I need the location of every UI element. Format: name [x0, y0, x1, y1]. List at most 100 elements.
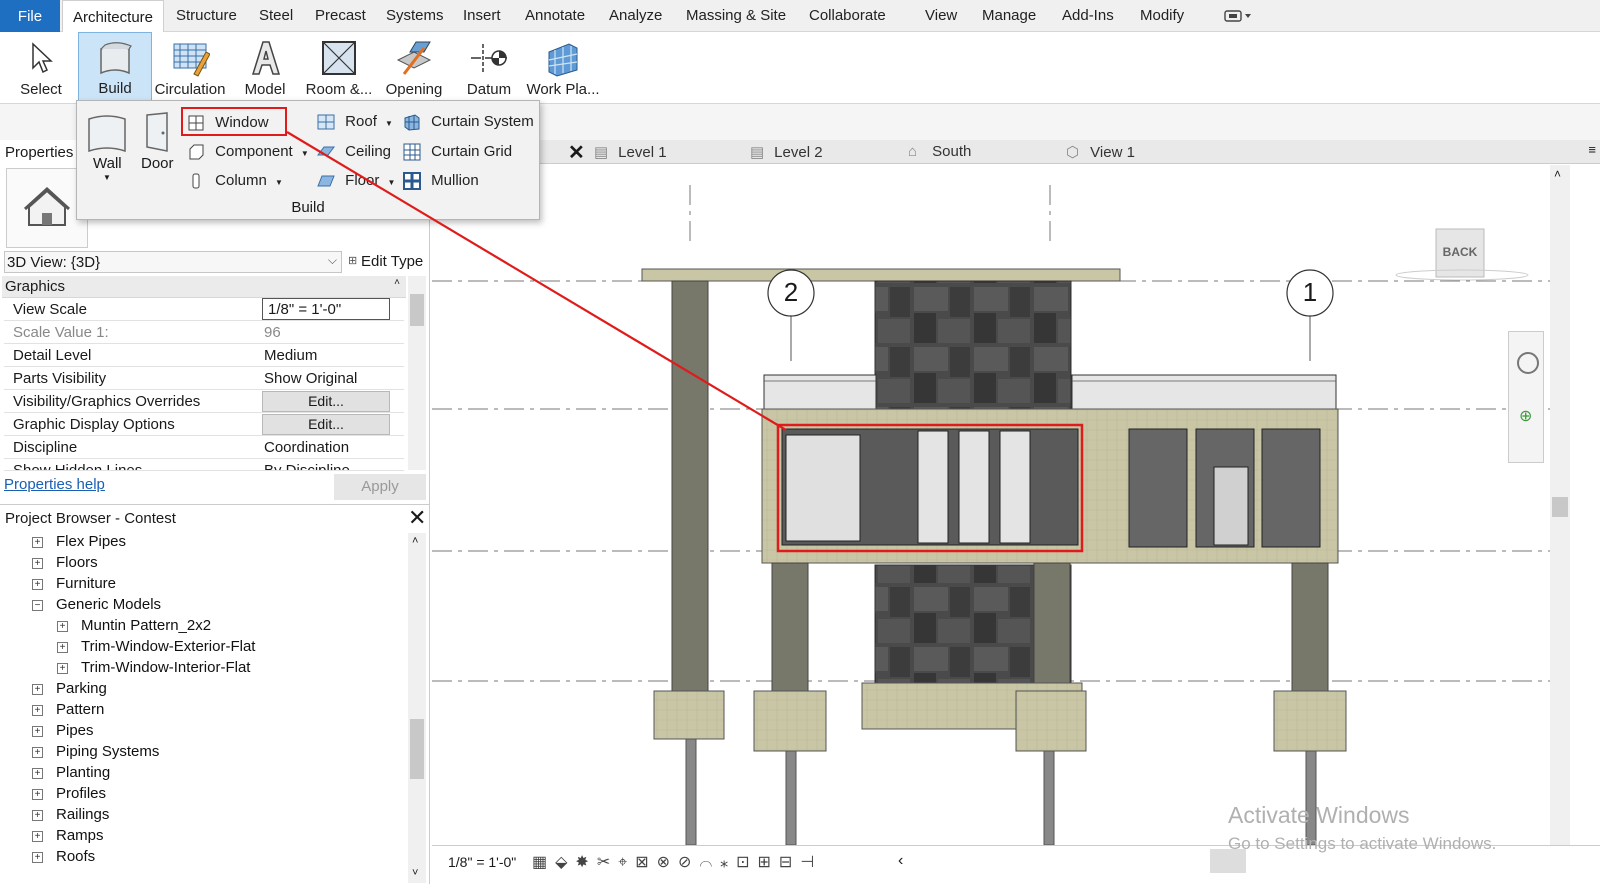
expand-icon[interactable]: +: [32, 831, 43, 842]
tab-annotate[interactable]: Annotate: [525, 7, 585, 24]
expand-icon[interactable]: +: [32, 852, 43, 863]
scroll-up-icon[interactable]: ˄: [412, 535, 418, 547]
browser-item[interactable]: Profiles: [56, 785, 106, 802]
apply-button[interactable]: Apply: [334, 474, 426, 500]
tab-analyze[interactable]: Analyze: [609, 7, 662, 24]
curtain-system-button[interactable]: Curtain System: [403, 113, 534, 131]
type-selector[interactable]: 3D View: {3D} ⌵: [4, 251, 342, 273]
scroll-down-icon[interactable]: ˅: [412, 867, 418, 879]
expand-icon[interactable]: +: [32, 747, 43, 758]
close-icon[interactable]: ✕: [408, 505, 426, 531]
ceiling-button[interactable]: Ceiling: [317, 143, 391, 161]
tab-manage[interactable]: Manage: [982, 7, 1036, 24]
mullion-button[interactable]: Mullion: [403, 172, 479, 191]
browser-item[interactable]: Muntin Pattern_2x2: [81, 617, 211, 634]
browser-item[interactable]: Ramps: [56, 827, 104, 844]
expand-icon[interactable]: +: [32, 537, 43, 548]
browser-item[interactable]: Railings: [56, 806, 109, 823]
expand-icon[interactable]: +: [32, 810, 43, 821]
browser-item[interactable]: Flex Pipes: [56, 533, 126, 550]
tab-massing-site[interactable]: Massing & Site: [686, 7, 786, 24]
graphics-section-header[interactable]: Graphics ˄: [2, 276, 406, 298]
browser-item[interactable]: Parking: [56, 680, 107, 697]
tab-architecture[interactable]: Architecture: [62, 0, 164, 33]
expand-icon[interactable]: +: [32, 789, 43, 800]
browser-item[interactable]: Floors: [56, 554, 98, 571]
build-button[interactable]: Build: [78, 32, 152, 102]
tab-add-ins[interactable]: Add-Ins: [1062, 7, 1114, 24]
detail-level-value[interactable]: Medium: [264, 347, 317, 364]
drawing-canvas[interactable]: 2 1 BACK ⊕: [432, 165, 1550, 846]
tab-collaborate[interactable]: Collaborate: [809, 7, 886, 24]
component-button[interactable]: Component ▼: [187, 143, 309, 161]
browser-item[interactable]: Pattern: [56, 701, 104, 718]
tab-systems[interactable]: Systems: [386, 7, 444, 24]
wall-button[interactable]: Wall ▼: [83, 109, 131, 185]
tab-view-1[interactable]: ⬡ View 1: [1066, 143, 1135, 161]
column-button[interactable]: Column ▼: [187, 172, 283, 190]
scroll-up-icon[interactable]: ˄: [1554, 167, 1561, 181]
tab-precast[interactable]: Precast: [315, 7, 366, 24]
panel-toggle-icon[interactable]: [1224, 9, 1254, 23]
opening-button[interactable]: Opening: [376, 32, 452, 102]
expand-icon[interactable]: +: [32, 684, 43, 695]
browser-item[interactable]: Furniture: [56, 575, 116, 592]
select-button[interactable]: Select: [4, 32, 78, 102]
expand-icon[interactable]: +: [57, 642, 68, 653]
browser-scrollbar[interactable]: ˄ ˅: [408, 533, 426, 883]
expand-icon[interactable]: +: [57, 663, 68, 674]
expand-icon[interactable]: +: [32, 705, 43, 716]
collapse-icon[interactable]: −: [32, 600, 43, 611]
tab-steel[interactable]: Steel: [259, 7, 293, 24]
roof-button[interactable]: Roof ▼: [317, 113, 393, 131]
browser-item[interactable]: Pipes: [56, 722, 94, 739]
tab-south[interactable]: ⌂ South: [908, 143, 971, 160]
parts-visibility-value[interactable]: Show Original: [264, 370, 357, 387]
expand-icon[interactable]: +: [32, 558, 43, 569]
view-scale-label[interactable]: 1/8" = 1'-0": [448, 854, 516, 870]
tab-level-2[interactable]: ▤ Level 2: [750, 143, 823, 161]
steering-wheel-icon[interactable]: [1517, 352, 1539, 374]
model-button[interactable]: Model: [228, 32, 302, 102]
browser-item[interactable]: Trim-Window-Exterior-Flat: [81, 638, 255, 655]
tab-list-icon[interactable]: ≡: [1588, 142, 1596, 157]
file-tab[interactable]: File: [0, 0, 60, 32]
room-area-button[interactable]: Room &...: [302, 32, 376, 102]
browser-item[interactable]: Planting: [56, 764, 110, 781]
browser-item[interactable]: Trim-Window-Interior-Flat: [81, 659, 250, 676]
browser-item[interactable]: Piping Systems: [56, 743, 159, 760]
door-button[interactable]: Door: [139, 109, 181, 185]
tab-structure[interactable]: Structure: [176, 7, 237, 24]
canvas-vertical-scrollbar[interactable]: ˄: [1550, 165, 1570, 845]
tab-insert[interactable]: Insert: [463, 7, 501, 24]
expand-icon[interactable]: +: [57, 621, 68, 632]
expand-icon[interactable]: +: [32, 579, 43, 590]
zoom-icon[interactable]: ⊕: [1519, 406, 1532, 426]
properties-scrollbar[interactable]: [408, 276, 426, 470]
circulation-button[interactable]: Circulation: [152, 32, 228, 102]
datum-button[interactable]: Datum: [452, 32, 526, 102]
properties-help-link[interactable]: Properties help: [4, 476, 105, 493]
tab-view[interactable]: View: [925, 7, 957, 24]
browser-item[interactable]: Roofs: [56, 848, 95, 865]
graphic-display-edit-button[interactable]: Edit...: [262, 414, 390, 435]
floor-button[interactable]: Floor ▼: [317, 172, 395, 190]
tab-modify[interactable]: Modify: [1140, 7, 1184, 24]
vg-overrides-edit-button[interactable]: Edit...: [262, 391, 390, 412]
browser-item[interactable]: Generic Models: [56, 596, 161, 613]
scrollbar-thumb[interactable]: [410, 719, 424, 779]
close-view-icon[interactable]: ✕: [568, 140, 585, 165]
scroll-left-icon[interactable]: ‹: [898, 852, 903, 870]
discipline-value[interactable]: Coordination: [264, 439, 349, 456]
curtain-grid-button[interactable]: Curtain Grid: [403, 143, 512, 161]
view-controls-icons[interactable]: ▦⬙✸✂⌖⊠⊗⊘⌒⁎⊡⊞⊟⊣: [532, 852, 822, 872]
scrollbar-thumb[interactable]: [1552, 497, 1568, 517]
view-scale-input[interactable]: 1/8" = 1'-0": [262, 298, 390, 320]
viewcube[interactable]: BACK: [1438, 245, 1482, 259]
tab-level-1[interactable]: ▤ Level 1: [594, 143, 667, 161]
expand-icon[interactable]: +: [32, 768, 43, 779]
scrollbar-thumb[interactable]: [410, 294, 424, 326]
work-plane-button[interactable]: Work Pla...: [526, 32, 600, 102]
edit-type-button[interactable]: ⊞ Edit Type: [346, 251, 428, 273]
expand-icon[interactable]: +: [32, 726, 43, 737]
